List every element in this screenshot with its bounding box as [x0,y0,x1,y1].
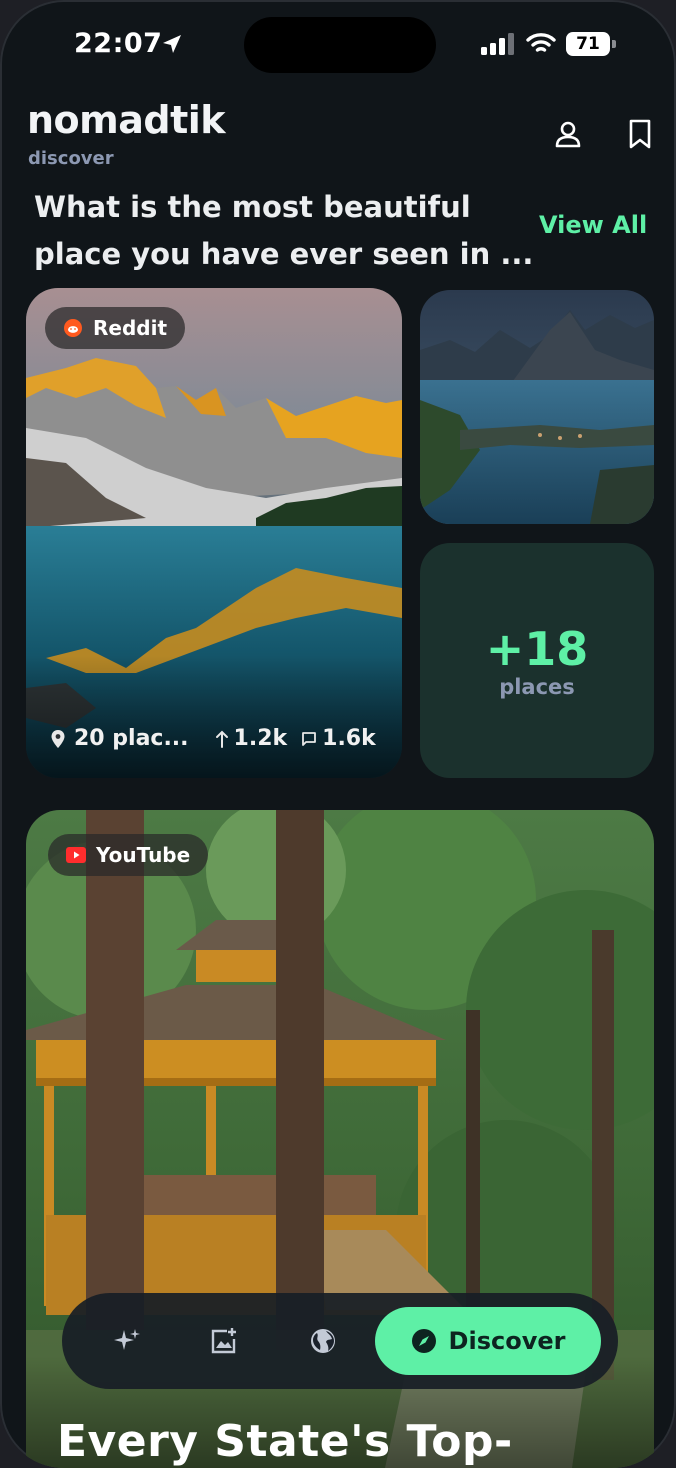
source-name: Reddit [93,316,168,340]
bottom-navigation: Discover [62,1293,618,1389]
nav-ai-button[interactable] [92,1293,162,1389]
phone-screen: 22:07 71 nomadtik discover What is the m… [0,0,676,1468]
view-all-link[interactable]: View All [539,211,647,239]
youtube-icon [66,847,86,863]
more-places-label: places [499,674,575,699]
app-title: nomadtik [27,98,226,142]
fjord-photo [420,290,654,524]
nav-globe-button[interactable] [288,1293,358,1389]
more-places-card[interactable]: +18 places [420,543,654,778]
globe-icon [311,1329,335,1353]
section-title: What is the most beautiful place you hav… [34,190,534,271]
places-count: 20 plac... [74,726,189,751]
comment-count: 1.6k [322,726,376,751]
upvote-count: 1.2k [233,726,288,751]
post-stats: 20 plac... 1.2k 1.6k [26,726,402,751]
bookmarks-button[interactable] [620,114,660,154]
cellular-signal-icon [481,33,514,55]
status-time: 22:07 [74,28,163,59]
nav-discover-button[interactable]: Discover [375,1307,601,1375]
source-badge-reddit: Reddit [45,307,186,349]
battery-level: 71 [566,32,610,56]
sparkles-icon [114,1329,140,1350]
comment-icon [302,731,317,746]
battery-indicator: 71 [566,32,616,56]
wifi-icon [526,33,556,52]
compass-icon [411,1329,436,1353]
post-title: Every State's Top- [57,1416,513,1467]
more-places-count: +18 [485,621,589,676]
place-thumbnail-card[interactable] [420,290,654,524]
add-photo-icon [211,1328,236,1354]
location-arrow-icon [163,35,181,53]
upvote-arrow-icon [215,730,228,748]
source-name: YouTube [96,843,191,867]
source-badge-youtube: YouTube [48,834,209,876]
nav-add-photo-button[interactable] [189,1293,259,1389]
app-subtitle: discover [28,148,114,169]
user-icon [555,121,581,148]
profile-button[interactable] [548,114,588,154]
featured-post-card[interactable]: Reddit [26,288,402,778]
nav-discover-label: Discover [448,1327,566,1355]
battery-tip [612,40,616,48]
lake-mountain-photo [26,288,402,778]
dynamic-island [244,17,436,73]
map-pin-icon [51,729,65,748]
bookmark-icon [629,119,651,149]
reddit-icon [64,319,82,337]
